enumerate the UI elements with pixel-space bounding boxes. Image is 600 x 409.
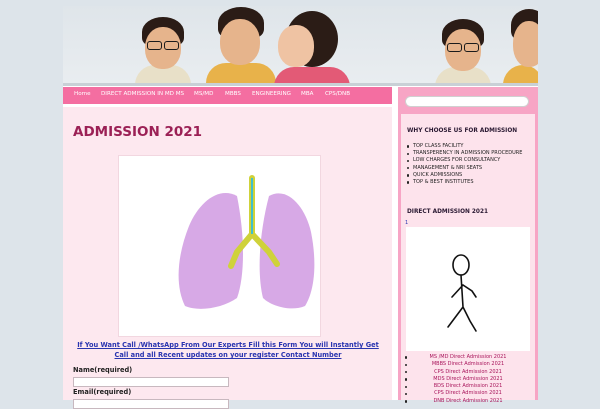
sidebar-link-mbbs[interactable]: MBBS Direct Admission 2021 [401,361,535,368]
direct-admission-heading: DIRECT ADMISSION 2021 [407,209,489,215]
why-choose-list: TOP CLASS FACILITY TRANSPERENCY IN ADMIS… [405,143,522,186]
list-item: TOP CLASS FACILITY [405,143,522,150]
list-item: QUICK ADMISSIONS [405,172,522,179]
sidebar: WHY CHOOSE US FOR ADMISSION TOP CLASS FA… [398,87,538,404]
student-photo-4 [433,15,493,83]
student-photo-5 [503,9,538,83]
list-item: TOP & BEST INSTITUTES [405,179,522,186]
name-label: Name(required) [73,366,133,374]
email-label: Email(required) [73,388,132,396]
why-choose-heading: WHY CHOOSE US FOR ADMISSION [407,128,518,134]
page-title: ADMISSION 2021 [73,124,203,140]
stick-figure-illustration [447,254,477,332]
student-photo-1 [133,13,193,83]
sidebar-number: 1 [405,220,409,226]
name-input[interactable] [73,377,229,387]
sidebar-link-bds[interactable]: BDS Direct Admission 2021 [401,383,535,390]
direct-admission-links: MS /MD Direct Admission 2021 MBBS Direct… [401,354,535,405]
list-item: TRANSPERENCY IN ADMISSION PROCEDURE [405,150,522,157]
nav-item-engineering[interactable]: ENGINEERING [252,91,291,97]
lungs-illustration [178,175,315,309]
email-input[interactable] [73,399,229,409]
nav-item-mbbs[interactable]: MBBS [225,91,241,97]
header-banner [63,6,538,83]
page: Home DIRECT ADMISSION IN MD MS MS/MD MBB… [63,6,538,409]
header-divider [63,83,538,86]
sidebar-link-cps-2[interactable]: CPS Direct Admission 2021 [401,390,535,397]
sidebar-link-mds[interactable]: MDS Direct Admission 2021 [401,376,535,383]
search-input[interactable] [405,96,529,107]
list-item: MANAGEMENT & NRI SEATS [405,165,522,172]
main-nav: Home DIRECT ADMISSION IN MD MS MS/MD MBB… [63,87,392,104]
nav-item-home[interactable]: Home [74,91,91,97]
list-item: LOW CHARGES FOR CONSULTANCY [405,157,522,164]
main-content: ADMISSION 2021 If You Want Call /WhatsAp… [63,107,392,409]
form-instructions-link[interactable]: If You Want Call /WhatsApp From Our Expe… [73,340,383,360]
nav-item-mba[interactable]: MBA [301,91,314,97]
student-photo-3 [268,11,350,83]
student-photo-2 [206,7,276,83]
walking-figure-animation [406,227,530,351]
sidebar-link-ms-md[interactable]: MS /MD Direct Admission 2021 [401,354,535,361]
lungs-animation [118,155,321,337]
nav-item-ms-md[interactable]: MS/MD [194,91,213,97]
nav-item-direct-admission[interactable]: DIRECT ADMISSION IN MD MS [101,91,184,97]
sidebar-panel: WHY CHOOSE US FOR ADMISSION TOP CLASS FA… [401,114,535,404]
nav-item-cps-dnb[interactable]: CPS/DNB [325,91,350,97]
sidebar-link-dnb[interactable]: DNB Direct Admission 2021 [401,398,535,405]
sidebar-link-cps[interactable]: CPS Direct Admission 2021 [401,369,535,376]
